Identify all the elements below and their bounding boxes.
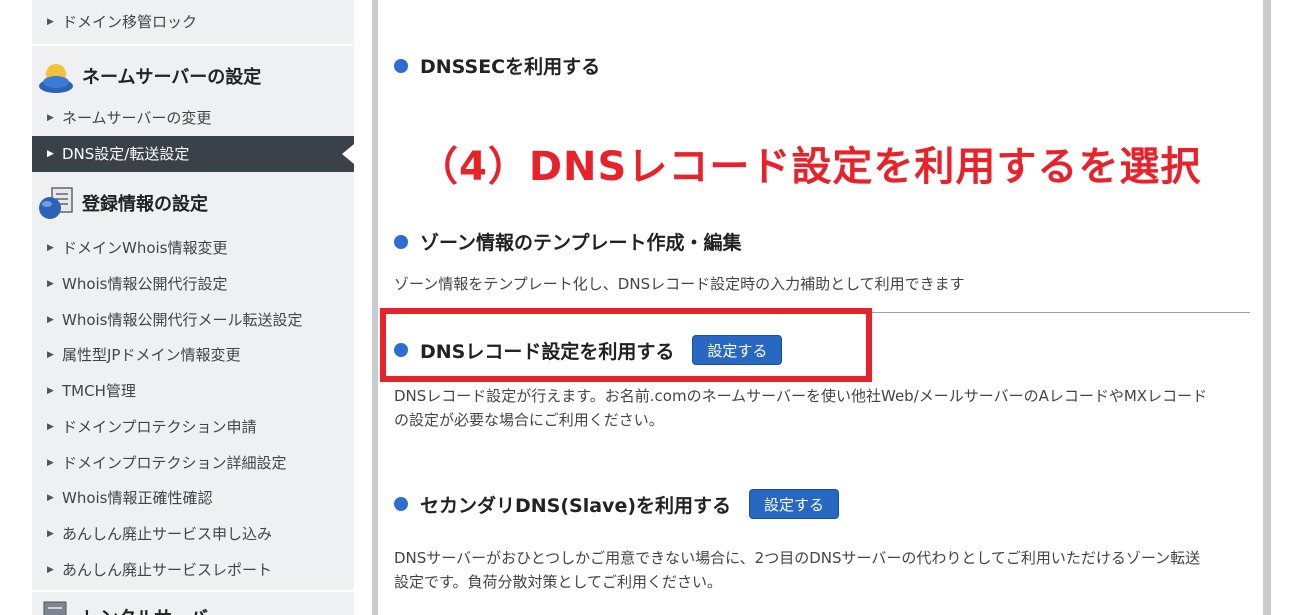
instruction-annotation: （4）DNSレコード設定を利用するを選択 — [418, 144, 1202, 190]
bullet-dot-icon — [394, 58, 408, 73]
sidebar-item-label: ドメインプロテクション申請 — [62, 418, 257, 436]
bullet-dot-icon — [394, 497, 408, 511]
description-line: 設定です。負荷分散対策としてご利用ください。 — [394, 573, 723, 591]
sidebar-item-label: 属性型JPドメイン情報変更 — [62, 346, 241, 364]
sidebar-item-label: Whois情報公開代行設定 — [62, 275, 228, 293]
sidebar-item-whois-change[interactable]: ▶ ドメインWhois情報変更 — [32, 230, 354, 266]
section-title: ネームサーバーの設定 — [82, 67, 262, 88]
section-title-text: ゾーン情報のテンプレート作成・編集 — [420, 232, 742, 254]
dns-record-description: DNSレコード設定が行えます。お名前.comのネームサーバーを使い他社Web/メ… — [394, 384, 1254, 432]
bullet-icon: ▶ — [47, 149, 54, 159]
sidebar-item-label: あんしん廃止サービス申し込み — [62, 525, 273, 543]
description-line: の設定が必要な場合にご利用ください。 — [394, 411, 664, 429]
sidebar-item-label: Whois情報公開代行メール転送設定 — [62, 311, 303, 329]
sidebar-item-label: DNS設定/転送設定 — [62, 145, 190, 163]
sidebar-item-jp-domain-info[interactable]: ▶ 属性型JPドメイン情報変更 — [32, 337, 354, 373]
section-title-text: DNSSECを利用する — [420, 56, 601, 78]
bullet-icon: ▶ — [47, 315, 54, 325]
bullet-icon: ▶ — [47, 458, 54, 468]
sidebar-item-label: あんしん廃止サービスレポート — [62, 561, 273, 579]
sidebar-item-protection-request[interactable]: ▶ ドメインプロテクション申請 — [32, 409, 354, 445]
sidebar-item-safe-abolition-apply[interactable]: ▶ あんしん廃止サービス申し込み — [32, 516, 354, 552]
section-header-nameserver: ネームサーバーの設定 — [32, 46, 354, 106]
section-title-text: セカンダリDNS(Slave)を利用する — [420, 494, 732, 517]
bullet-icon: ▶ — [47, 243, 54, 253]
description-line: DNSサーバーがおひとつしかご用意できない場合に、2つ目のDNSサーバーの代わり… — [394, 549, 1201, 567]
bullet-icon: ▶ — [47, 386, 54, 396]
content-border-left — [372, 0, 378, 615]
sidebar-item-whois-proxy[interactable]: ▶ Whois情報公開代行設定 — [32, 266, 354, 302]
sidebar-item-label: ドメイン移管ロック — [62, 13, 198, 31]
dnssec-section-title[interactable]: DNSSECを利用する — [394, 52, 600, 79]
content-border-right — [1263, 0, 1271, 615]
active-indicator — [342, 144, 354, 164]
sidebar-item-tmch[interactable]: ▶ TMCH管理 — [32, 373, 354, 409]
bullet-icon: ▶ — [47, 17, 54, 27]
server-icon — [43, 601, 67, 615]
sidebar-item-safe-abolition-report[interactable]: ▶ あんしん廃止サービスレポート — [32, 552, 354, 588]
sidebar-item-label: TMCH管理 — [62, 382, 136, 400]
bullet-icon: ▶ — [47, 113, 54, 123]
section-header-registration: 登録情報の設定 — [32, 178, 354, 228]
bullet-icon: ▶ — [47, 493, 54, 503]
highlight-box — [380, 308, 872, 382]
secondary-dns-settings-button[interactable]: 設定する — [749, 489, 840, 519]
sidebar-item-whois-mail-forward[interactable]: ▶ Whois情報公開代行メール転送設定 — [32, 302, 354, 338]
secondary-dns-description: DNSサーバーがおひとつしかご用意できない場合に、2つ目のDNSサーバーの代わり… — [394, 546, 1254, 594]
bullet-icon: ▶ — [47, 529, 54, 539]
zone-template-description: ゾーン情報をテンプレート化し、DNSレコード設定時の入力補助として利用できます — [394, 275, 965, 293]
document-globe-icon — [39, 187, 73, 219]
globe-user-icon — [39, 64, 73, 93]
sidebar-item-domain-transfer-lock[interactable]: ▶ ドメイン移管ロック — [32, 4, 354, 40]
bullet-dot-icon — [394, 234, 408, 249]
bullet-icon: ▶ — [47, 279, 54, 289]
section-title: レンタルサーバー — [82, 604, 226, 615]
sidebar-item-nameserver-change[interactable]: ▶ ネームサーバーの変更 — [32, 100, 354, 136]
sidebar-panel: ▶ ドメイン移管ロック ネームサーバーの設定 ▶ ネームサーバーの変更 ▶ DN… — [32, 0, 354, 615]
sidebar-item-label: ドメインWhois情報変更 — [62, 239, 228, 257]
sidebar-item-protection-detail[interactable]: ▶ ドメインプロテクション詳細設定 — [32, 445, 354, 481]
bullet-icon: ▶ — [47, 350, 54, 360]
bullet-icon: ▶ — [47, 565, 54, 575]
secondary-dns-section-title: セカンダリDNS(Slave)を利用する 設定する — [394, 489, 840, 519]
sidebar-item-label: ドメインプロテクション詳細設定 — [62, 454, 287, 472]
section-header-rental-server: レンタルサーバー — [32, 592, 354, 615]
bullet-icon: ▶ — [47, 422, 54, 432]
zone-template-section-title[interactable]: ゾーン情報のテンプレート作成・編集 — [394, 228, 741, 255]
sidebar-item-whois-accuracy[interactable]: ▶ Whois情報正確性確認 — [32, 480, 354, 516]
section-title: 登録情報の設定 — [82, 194, 208, 215]
description-line: DNSレコード設定が行えます。お名前.comのネームサーバーを使い他社Web/メ… — [394, 387, 1208, 405]
sidebar-item-dns-settings[interactable]: ▶ DNS設定/転送設定 — [32, 136, 354, 172]
sidebar-item-label: ネームサーバーの変更 — [62, 109, 212, 127]
sidebar-item-label: Whois情報正確性確認 — [62, 489, 213, 507]
